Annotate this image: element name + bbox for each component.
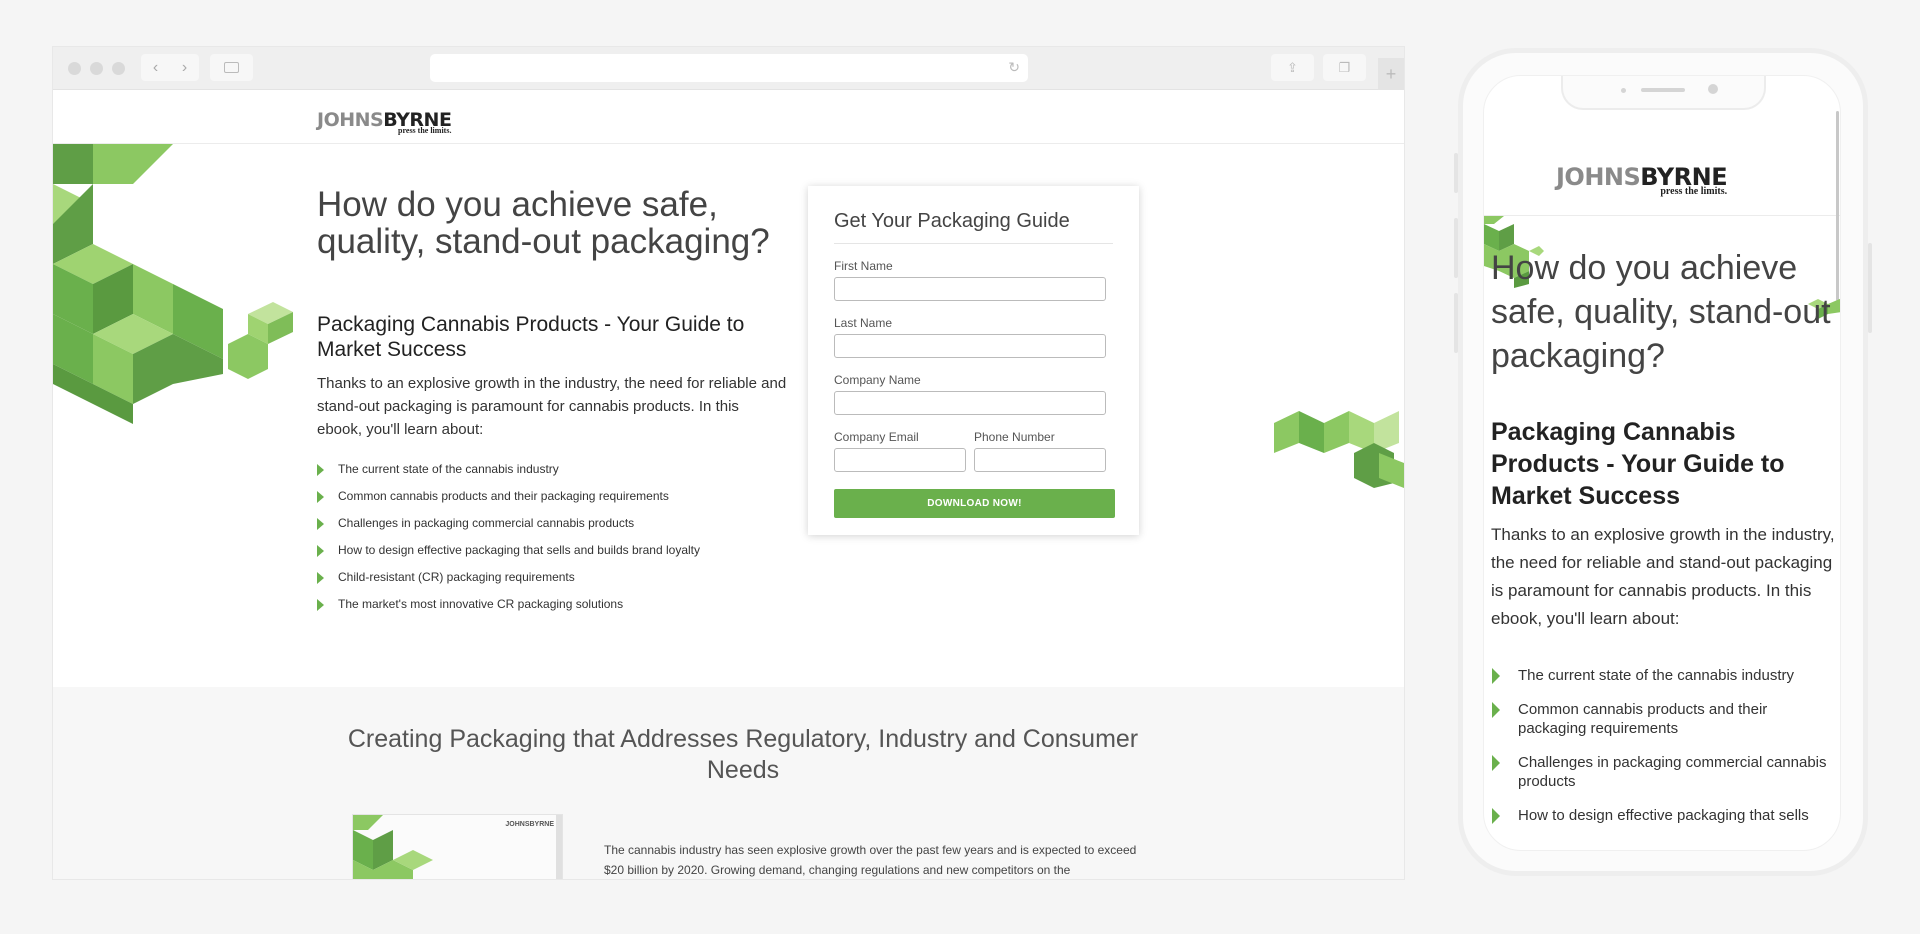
share-icon: ⇪: [1287, 59, 1298, 75]
download-form: Get Your Packaging Guide First Name Last…: [808, 186, 1139, 535]
chevron-left-icon[interactable]: ‹: [153, 59, 158, 77]
window-minimize-dot[interactable]: [90, 62, 103, 75]
camera-icon: [1708, 84, 1718, 94]
cube-pattern-right: [1274, 411, 1404, 488]
download-now-button[interactable]: DOWNLOAD NOW!: [834, 489, 1115, 518]
list-item: Common cannabis products and their packa…: [1491, 700, 1836, 738]
last-name-field[interactable]: [834, 334, 1106, 358]
hero-intro: Thanks to an explosive growth in the ind…: [317, 375, 787, 438]
sidebar-icon: [224, 62, 239, 73]
section-title: Creating Packaging that Addresses Regula…: [347, 725, 1139, 784]
mobile-phone-mockup: JOHNSBYRNE press the limits. How do you …: [1454, 48, 1872, 876]
mobile-hero-subheadline: Packaging Cannabis Products - Your Guide…: [1491, 418, 1785, 510]
company-name-label: Company Name: [834, 373, 921, 387]
sensor-icon: [1621, 88, 1626, 93]
phone-screen: JOHNSBYRNE press the limits. How do you …: [1483, 75, 1841, 851]
desktop-browser-mockup: ‹ › ↻ ⇪ ❐ + JOHNSBYRNE press the limits.: [53, 47, 1404, 879]
logo-word-johns: JOHNS: [1556, 163, 1641, 191]
logo-word-johns: JOHNS: [317, 109, 384, 131]
list-item: The current state of the cannabis indust…: [1491, 666, 1836, 685]
phone-number-field[interactable]: [974, 448, 1106, 472]
hero-section: How do you achieve safe, quality, stand-…: [53, 144, 1404, 686]
history-nav: ‹ ›: [141, 54, 199, 81]
mobile-hero-intro: Thanks to an explosive growth in the ind…: [1491, 525, 1835, 628]
list-item: The market's most innovative CR packagin…: [317, 597, 700, 624]
phone-mute-switch: [1454, 153, 1458, 193]
share-button[interactable]: ⇪: [1271, 54, 1314, 81]
company-email-field[interactable]: [834, 448, 966, 472]
plus-icon: +: [1385, 64, 1397, 84]
tabs-icon: ❐: [1338, 59, 1351, 75]
topics-list: The current state of the cannabis indust…: [317, 462, 700, 624]
hero-subheadline: Packaging Cannabis Products - Your Guide…: [317, 313, 745, 361]
list-item: How to design effective packaging that s…: [317, 543, 700, 570]
first-name-field[interactable]: [834, 277, 1106, 301]
list-item: Challenges in packaging commercial canna…: [317, 516, 700, 543]
speaker-icon: [1641, 88, 1685, 92]
window-close-dot[interactable]: [68, 62, 81, 75]
packaging-needs-section: Creating Packaging that Addresses Regula…: [53, 687, 1404, 879]
new-tab-button[interactable]: +: [1378, 58, 1404, 90]
first-name-label: First Name: [834, 259, 893, 273]
reload-icon[interactable]: ↻: [1008, 59, 1020, 76]
address-bar[interactable]: ↻: [430, 54, 1028, 82]
phone-volume-up: [1454, 218, 1458, 278]
site-header: JOHNSBYRNE press the limits.: [53, 90, 1404, 144]
last-name-label: Last Name: [834, 316, 893, 330]
cube-pattern-left: [53, 144, 293, 424]
johnsbyrne-logo[interactable]: JOHNSBYRNE press the limits.: [317, 109, 452, 136]
company-email-label: Company Email: [834, 430, 919, 444]
form-title: Get Your Packaging Guide: [834, 210, 1113, 244]
list-item: Common cannabis products and their packa…: [317, 489, 700, 516]
window-zoom-dot[interactable]: [112, 62, 125, 75]
mobile-hero-headline: How do you achieve safe, quality, stand-…: [1491, 249, 1831, 375]
list-item: Child-resistant (CR) packaging requireme…: [317, 570, 700, 597]
list-item: Challenges in packaging commercial canna…: [1491, 753, 1836, 791]
phone-notch: [1561, 76, 1766, 110]
hero-headline: How do you achieve safe, quality, stand-…: [317, 185, 770, 261]
mobile-johnsbyrne-logo[interactable]: JOHNSBYRNE press the limits.: [1556, 163, 1728, 197]
phone-number-label: Phone Number: [974, 430, 1055, 444]
ebook-cover-image: JOHNSBYRNE: [352, 814, 563, 879]
company-name-field[interactable]: [834, 391, 1106, 415]
phone-power-button: [1868, 243, 1872, 333]
chevron-right-icon[interactable]: ›: [182, 59, 187, 77]
ebook-spine: [556, 815, 562, 879]
ebook-logo: JOHNSBYRNE: [505, 821, 554, 828]
list-item: How to design effective packaging that s…: [1491, 806, 1836, 825]
mobile-topics-list: The current state of the cannabis indust…: [1491, 666, 1836, 840]
sidebar-toggle-button[interactable]: [210, 54, 253, 81]
mobile-site-header: JOHNSBYRNE press the limits.: [1484, 146, 1840, 216]
mobile-scrollbar[interactable]: [1836, 111, 1839, 301]
ebook-cube-art: [353, 815, 433, 879]
browser-toolbar: ‹ › ↻ ⇪ ❐ +: [53, 47, 1404, 90]
list-item: The current state of the cannabis indust…: [317, 462, 700, 489]
section-paragraph: The cannabis industry has seen explosive…: [604, 843, 1137, 877]
phone-volume-down: [1454, 293, 1458, 353]
tabs-button[interactable]: ❐: [1323, 54, 1366, 81]
